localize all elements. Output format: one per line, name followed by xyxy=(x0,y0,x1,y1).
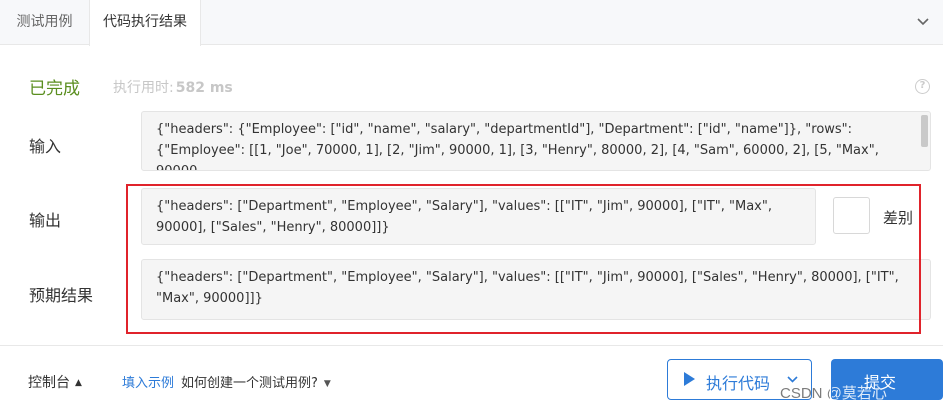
tab-test-cases[interactable]: 测试用例 xyxy=(0,0,89,45)
runtime-info: 执行用时: 582 ms xyxy=(113,77,233,97)
how-create-dropdown[interactable]: 如何创建一个测试用例? ▼ xyxy=(181,372,331,391)
runtime-value: 582 ms xyxy=(175,80,233,96)
how-create-label: 如何创建一个测试用例? xyxy=(181,376,318,391)
expected-label: 预期结果 xyxy=(29,286,94,305)
run-code-label: 执行代码 xyxy=(706,374,771,393)
input-label: 输入 xyxy=(29,137,62,156)
console-label: 控制台 xyxy=(28,375,70,391)
tab-bar: 测试用例 代码执行结果 xyxy=(0,0,943,46)
runtime-label: 执行用时: xyxy=(113,80,174,96)
help-icon[interactable]: ? xyxy=(915,79,930,94)
tab-execution-result[interactable]: 代码执行结果 xyxy=(89,0,201,46)
play-icon xyxy=(684,372,695,386)
input-text: {"headers": {"Employee": ["id", "name", … xyxy=(156,122,879,170)
footer-bar: 控制台▲ 填入示例 如何创建一个测试用例?▼ 执行代码 提交 CSDN @莫若心… xyxy=(0,345,943,411)
status-text: 已完成 xyxy=(29,79,80,99)
caret-down-icon: ▼ xyxy=(323,379,331,389)
caret-up-icon: ▲ xyxy=(75,378,82,388)
highlight-annotation xyxy=(126,184,921,334)
output-label: 输出 xyxy=(29,211,62,230)
input-scrollbar[interactable] xyxy=(921,115,928,147)
chevron-down-icon[interactable] xyxy=(915,14,931,30)
input-value: {"headers": {"Employee": ["id", "name", … xyxy=(141,111,931,171)
console-toggle[interactable]: 控制台 ▲ xyxy=(28,372,82,392)
fill-example-link[interactable]: 填入示例 xyxy=(122,372,174,391)
